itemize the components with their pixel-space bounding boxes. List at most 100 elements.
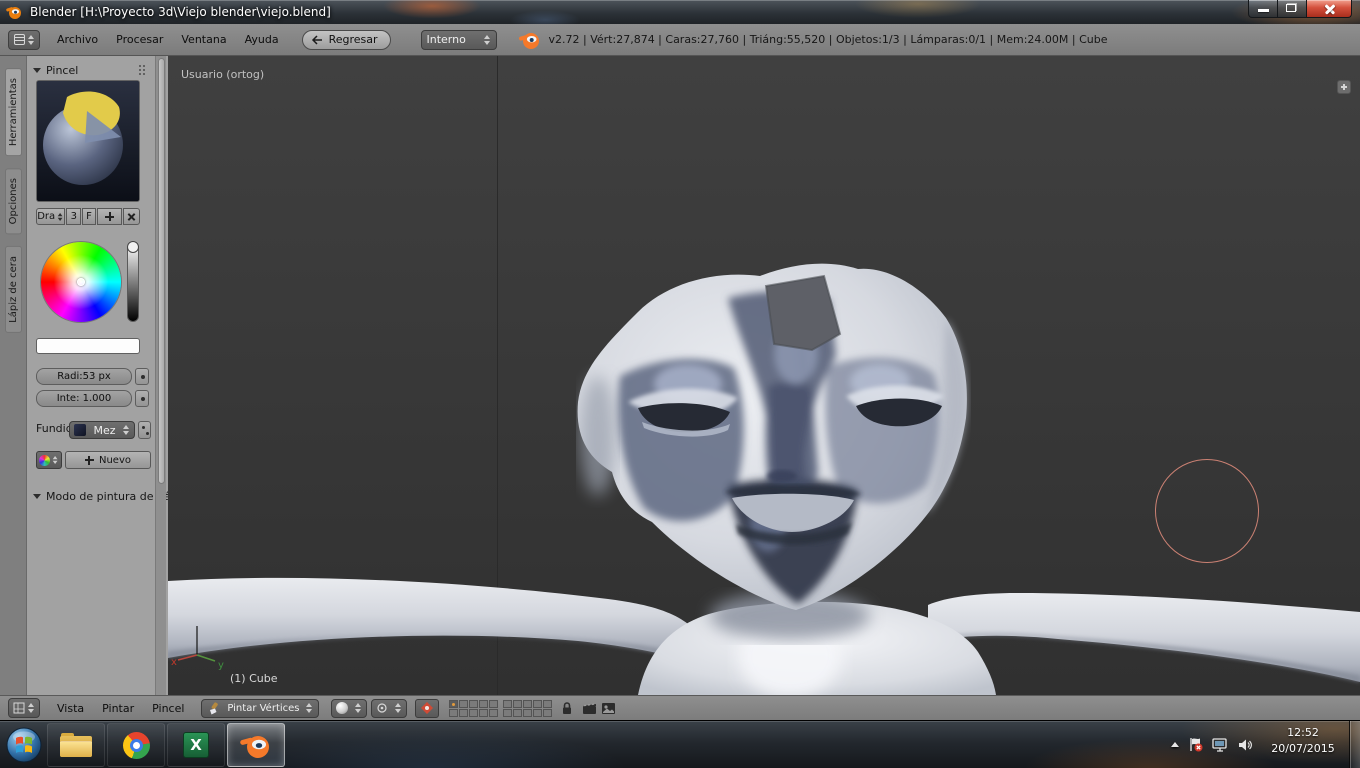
texture-icon <box>39 455 50 466</box>
new-texture-button[interactable]: Nuevo <box>65 451 151 469</box>
close-button[interactable] <box>1306 0 1352 18</box>
taskbar-clock[interactable]: 12:52 20/07/2015 <box>1262 725 1344 757</box>
layer-cell[interactable] <box>503 709 512 717</box>
taskbar-blender-button[interactable] <box>227 723 285 767</box>
layer-cell[interactable] <box>469 709 478 717</box>
plus-icon <box>1341 84 1347 90</box>
dropdown-arrows-icon <box>484 35 491 45</box>
strength-animate-button[interactable] <box>135 390 149 407</box>
render-engine-select[interactable]: Interno <box>421 30 497 50</box>
layer-cell[interactable] <box>489 709 498 717</box>
layer-cell[interactable] <box>449 700 458 708</box>
layer-cell[interactable] <box>469 700 478 708</box>
back-to-previous-button[interactable]: Regresar <box>302 30 391 50</box>
viewport-3d[interactable]: Usuario (ortog) x y (1) Cube <box>168 56 1360 695</box>
brush-preview-image <box>37 81 140 202</box>
editor-type-button[interactable] <box>8 30 40 50</box>
pivot-dropdown[interactable] <box>371 699 407 718</box>
blend-thumbnail-icon <box>74 424 86 436</box>
menu-ventana[interactable]: Ventana <box>172 24 235 55</box>
region-expand-button[interactable] <box>1337 80 1351 94</box>
maximize-button[interactable] <box>1278 0 1306 18</box>
color-wheel[interactable] <box>41 242 121 322</box>
view-name-label: Usuario (ortog) <box>181 68 264 81</box>
strength-slider[interactable]: Inte: 1.000 <box>36 390 132 407</box>
radius-slider[interactable]: Radi:53 px <box>36 368 132 385</box>
menu-procesar[interactable]: Procesar <box>107 24 172 55</box>
dice-icon-button[interactable] <box>138 421 151 439</box>
layer-cell[interactable] <box>503 700 512 708</box>
layer-cell[interactable] <box>513 709 522 717</box>
minimize-button[interactable] <box>1248 0 1278 18</box>
speaker-icon[interactable] <box>1238 738 1252 752</box>
taskbar-explorer-button[interactable] <box>47 723 105 767</box>
layer-cell[interactable] <box>489 700 498 708</box>
active-color-swatch[interactable] <box>36 338 140 354</box>
toolshelf-scrollbar[interactable] <box>155 56 166 695</box>
lock-icon <box>561 701 573 715</box>
layer-cell[interactable] <box>449 709 458 717</box>
view3d-editor-icon <box>13 702 25 714</box>
character-model <box>168 56 1360 695</box>
layer-cell[interactable] <box>479 700 488 708</box>
layer-grid[interactable] <box>449 700 498 717</box>
layer-cell[interactable] <box>533 700 542 708</box>
layer-cell[interactable] <box>479 709 488 717</box>
render-image-button[interactable] <box>601 702 616 715</box>
viewport-shading-dropdown[interactable] <box>331 699 367 718</box>
menu-ayuda[interactable]: Ayuda <box>236 24 288 55</box>
radius-animate-button[interactable] <box>135 368 149 385</box>
value-slider[interactable] <box>127 242 139 322</box>
layer-cell[interactable] <box>533 709 542 717</box>
fake-user-button[interactable]: F <box>82 208 96 225</box>
brush-panel-header[interactable]: Pincel <box>33 62 161 78</box>
layer-cell[interactable] <box>523 700 532 708</box>
layer-cell[interactable] <box>523 709 532 717</box>
brush-preview[interactable] <box>36 80 140 202</box>
window-titlebar[interactable]: Blender [H:\Proyecto 3d\Viejo blender\vi… <box>0 0 1360 24</box>
plus-icon <box>105 212 114 221</box>
mode-dropdown[interactable]: Pintar Vértices <box>201 699 319 718</box>
show-desktop-button[interactable] <box>1349 721 1360 768</box>
panel-grip-icon <box>138 64 147 76</box>
tray-expand-icon[interactable] <box>1171 742 1179 747</box>
viewport-editor-type-button[interactable] <box>8 698 40 718</box>
texture-dropdown[interactable] <box>36 451 62 469</box>
taskbar-excel-button[interactable]: X <box>167 723 225 767</box>
minimize-icon <box>1258 9 1269 12</box>
network-icon[interactable] <box>1212 738 1229 752</box>
manipulator-button[interactable] <box>415 699 439 718</box>
menu-vista[interactable]: Vista <box>48 696 93 720</box>
layer-cell[interactable] <box>459 709 468 717</box>
value-slider-knob[interactable] <box>127 241 139 253</box>
active-object-label: (1) Cube <box>230 672 277 685</box>
layer-cell[interactable] <box>459 700 468 708</box>
dropdown-arrows-icon <box>355 703 362 713</box>
layer-grid-2[interactable] <box>503 700 552 717</box>
layer-cell[interactable] <box>513 700 522 708</box>
layer-cell[interactable] <box>543 700 552 708</box>
menu-pintar[interactable]: Pintar <box>93 696 143 720</box>
lock-button[interactable] <box>561 701 573 715</box>
scrollbar-thumb[interactable] <box>158 58 165 484</box>
unlink-icon <box>127 212 136 221</box>
tab-lapiz-de-cera[interactable]: Lápiz de cera <box>5 246 22 333</box>
tab-herramientas[interactable]: Herramientas <box>5 68 22 156</box>
taskbar-chrome-button[interactable] <box>107 723 165 767</box>
menu-archivo[interactable]: Archivo <box>48 24 107 55</box>
blend-mode-dropdown[interactable]: Mez <box>69 421 135 439</box>
unlink-brush-button[interactable] <box>123 208 140 225</box>
back-arrow-icon <box>310 34 324 46</box>
start-button[interactable] <box>3 722 45 768</box>
new-brush-button[interactable] <box>97 208 122 225</box>
film-image-icon <box>601 702 616 715</box>
menu-pincel[interactable]: Pincel <box>143 696 193 720</box>
brush-users-button[interactable]: 3 <box>66 208 81 225</box>
tab-opciones[interactable]: Opciones <box>5 168 22 234</box>
layer-cell[interactable] <box>543 709 552 717</box>
brush-datablock-dropdown[interactable]: Dra <box>36 208 65 225</box>
color-wheel-cursor <box>77 278 85 286</box>
render-clapper-button[interactable] <box>582 702 597 715</box>
action-center-flag-icon[interactable] <box>1188 737 1203 752</box>
dropdown-arrows-icon <box>28 35 35 45</box>
